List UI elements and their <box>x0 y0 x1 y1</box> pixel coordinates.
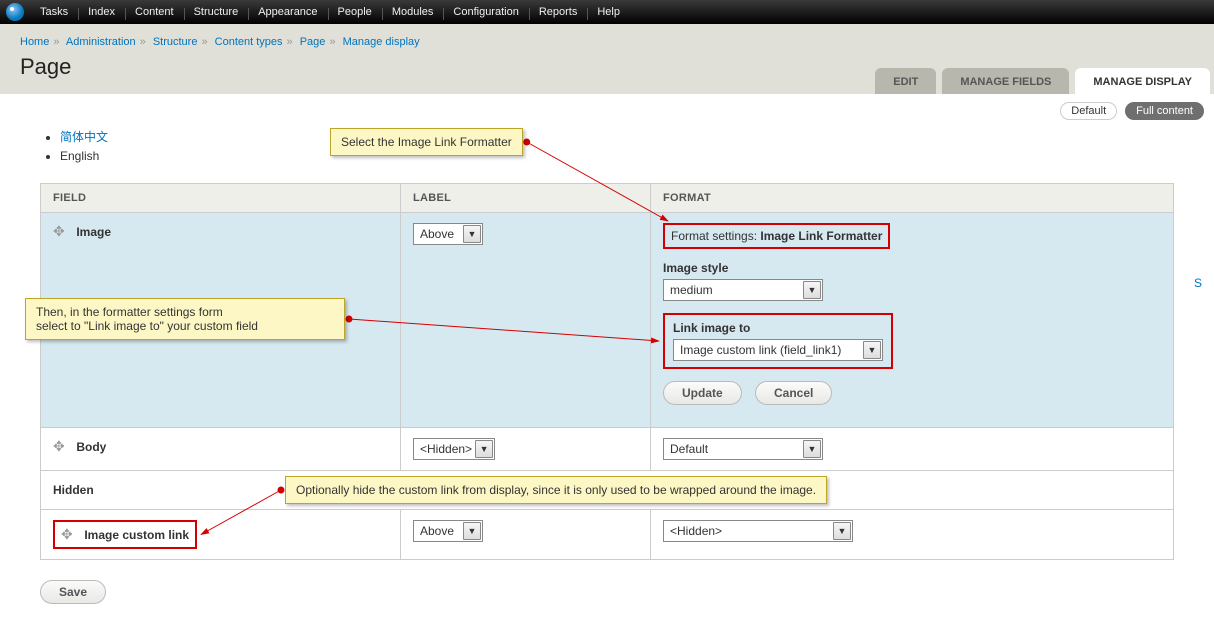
shortcut-link[interactable]: S <box>1194 276 1202 290</box>
link-image-to-group: Link image to Image custom link (field_l… <box>663 313 893 369</box>
breadcrumb-link[interactable]: Content types <box>215 36 283 48</box>
format-select[interactable]: Default ▼ <box>663 438 823 460</box>
toolbar-item[interactable]: Reports <box>529 6 588 18</box>
chevron-down-icon: ▼ <box>803 281 821 299</box>
chevron-down-icon: ▼ <box>475 440 493 458</box>
toolbar-item[interactable]: Configuration <box>443 6 528 18</box>
breadcrumb: Home» Administration» Structure» Content… <box>20 34 1194 54</box>
select-value: <Hidden> <box>670 524 722 538</box>
field-name: Image <box>76 225 111 239</box>
image-style-label: Image style <box>663 261 1161 275</box>
language-current: English <box>60 149 1174 163</box>
format-settings-label: Format settings: Image Link Formatter <box>663 223 890 249</box>
drag-handle-icon[interactable]: ✥ <box>53 223 67 240</box>
breadcrumb-link[interactable]: Structure <box>153 36 198 48</box>
language-link[interactable]: 简体中文 <box>60 130 108 144</box>
tab-manage-fields[interactable]: Manage Fields <box>942 68 1069 94</box>
admin-toolbar: Tasks Index Content Structure Appearance… <box>0 0 1214 24</box>
breadcrumb-link[interactable]: Administration <box>66 36 136 48</box>
page-header: Home» Administration» Structure» Content… <box>0 24 1214 94</box>
drupal-logo-icon <box>6 3 24 21</box>
subtab-default[interactable]: Default <box>1060 102 1117 120</box>
subtab-full-content[interactable]: Full content <box>1125 102 1204 120</box>
toolbar-item[interactable]: People <box>328 6 382 18</box>
field-custom-link-highlight: ✥ Image custom link <box>53 520 197 549</box>
label-select[interactable]: Above ▼ <box>413 223 483 245</box>
primary-tabs: Edit Manage Fields Manage Display <box>875 68 1214 94</box>
annotation-callout: Optionally hide the custom link from dis… <box>285 476 827 504</box>
toolbar-item[interactable]: Modules <box>382 6 444 18</box>
col-field: FIELD <box>41 184 401 213</box>
breadcrumb-link[interactable]: Manage display <box>343 36 420 48</box>
link-image-to-label: Link image to <box>673 321 883 335</box>
chevron-down-icon: ▼ <box>463 225 481 243</box>
content-region: S 简体中文 English FIELD LABEL FORMAT ✥ Imag… <box>0 128 1214 644</box>
toolbar-item[interactable]: Structure <box>184 6 249 18</box>
toolbar-item[interactable]: Content <box>125 6 184 18</box>
annotation-callout: Then, in the formatter settings form sel… <box>25 298 345 340</box>
select-value: medium <box>670 283 713 297</box>
select-value: Above <box>420 227 454 241</box>
save-button[interactable]: Save <box>40 580 106 604</box>
toolbar-item[interactable]: Help <box>587 6 630 18</box>
format-select[interactable]: <Hidden> ▼ <box>663 520 853 542</box>
tab-edit[interactable]: Edit <box>875 68 936 94</box>
secondary-tabs: Default Full content <box>0 94 1214 128</box>
label-select[interactable]: <Hidden> ▼ <box>413 438 495 460</box>
format-settings-form: Format settings: Image Link Formatter Im… <box>663 223 1161 405</box>
table-row: ✥ Image custom link Above ▼ <Hidden> ▼ <box>41 510 1174 560</box>
chevron-down-icon: ▼ <box>463 522 481 540</box>
tab-manage-display[interactable]: Manage Display <box>1075 68 1210 94</box>
toolbar-item[interactable]: Appearance <box>248 6 327 18</box>
table-row: ✥ Body <Hidden> ▼ Default ▼ <box>41 428 1174 471</box>
annotation-callout: Select the Image Link Formatter <box>330 128 523 156</box>
chevron-down-icon: ▼ <box>803 440 821 458</box>
breadcrumb-link[interactable]: Page <box>300 36 326 48</box>
select-value: <Hidden> <box>420 442 472 456</box>
link-image-to-select[interactable]: Image custom link (field_link1) ▼ <box>673 339 883 361</box>
cancel-button[interactable]: Cancel <box>755 381 832 405</box>
field-name: Image custom link <box>84 528 189 542</box>
breadcrumb-link[interactable]: Home <box>20 36 49 48</box>
image-style-select[interactable]: medium ▼ <box>663 279 823 301</box>
update-button[interactable]: Update <box>663 381 742 405</box>
col-label: LABEL <box>401 184 651 213</box>
chevron-down-icon: ▼ <box>863 341 881 359</box>
select-value: Above <box>420 524 454 538</box>
chevron-down-icon: ▼ <box>833 522 851 540</box>
toolbar-item[interactable]: Tasks <box>30 6 78 18</box>
col-format: FORMAT <box>651 184 1174 213</box>
field-name: Body <box>76 440 106 454</box>
drag-handle-icon[interactable]: ✥ <box>61 526 75 543</box>
select-value: Default <box>670 442 708 456</box>
toolbar-item[interactable]: Index <box>78 6 125 18</box>
label-select[interactable]: Above ▼ <box>413 520 483 542</box>
language-list: 简体中文 English <box>60 128 1174 163</box>
drag-handle-icon[interactable]: ✥ <box>53 438 67 455</box>
select-value: Image custom link (field_link1) <box>680 343 841 357</box>
